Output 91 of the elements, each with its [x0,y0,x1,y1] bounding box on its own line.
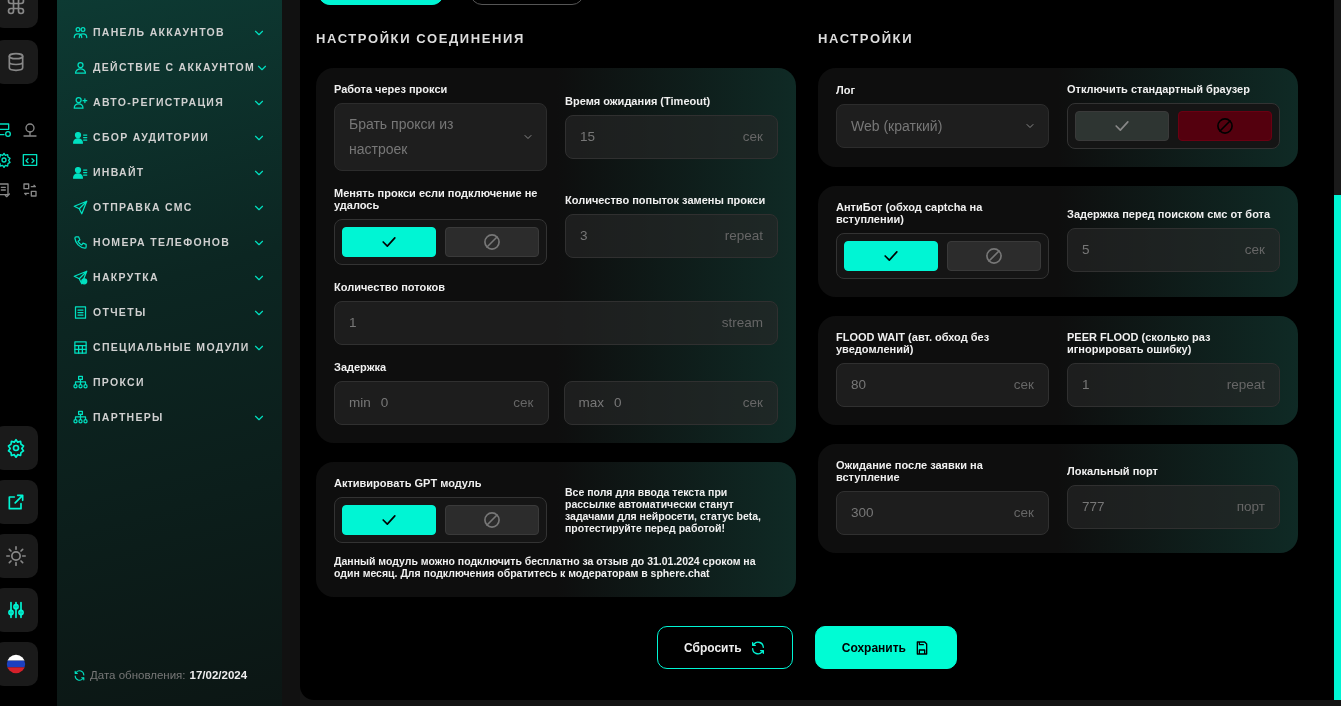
save-button[interactable]: Сохранить [814,626,957,669]
disable-button[interactable] [445,505,539,535]
field-label: Задержка перед поиском смс от бота [1067,208,1272,220]
field-label: Отключить стандартный браузер [1067,83,1251,95]
reset-button[interactable]: Сбросить [657,626,793,669]
sidebar-item[interactable]: ПАРТНЕРЫ [73,400,266,435]
number-field[interactable]: 3 repeat [565,214,778,258]
field-label: Время ожидания (Timeout) [565,95,712,107]
sidebar-item[interactable]: АВТО-РЕГИСТРАЦИЯ [73,85,266,120]
block-icon [984,246,1004,266]
menu-icon [73,340,88,355]
section-title: НАСТРОЙКИ СОЕДИНЕНИЯ [316,31,526,47]
dropdown[interactable]: Web (краткий) [836,104,1049,148]
dropdown[interactable]: Брать прокси из настроек [334,103,547,171]
sidebar-item[interactable]: НОМЕРА ТЕЛЕФОНОВ [73,225,266,260]
field-label: Менять прокси если подключение не удалось [334,187,539,211]
database-icon [6,52,26,72]
settings-button[interactable] [0,426,38,470]
menu-icon [73,130,88,145]
menu-icon [73,25,88,40]
command-icon [6,0,26,16]
sidebar-item[interactable]: СПЕЦИАЛЬНЫЕ МОДУЛИ [73,330,266,365]
disable-button[interactable] [947,241,1041,271]
save-icon [914,639,930,656]
field-label: Лог [836,84,857,96]
field-label: PEER FLOOD (сколько раз игнорировать ошибку) [1067,331,1212,355]
menu-icon [73,235,88,250]
number-field[interactable]: 777 порт [1067,485,1280,529]
block-icon [1215,116,1235,136]
sliders-icon [6,600,26,620]
scrollbar-thumb[interactable] [1334,195,1341,700]
sidebar-item[interactable]: ОТЧЕТЫ [73,295,266,330]
sidebar-item[interactable]: ИНВАЙТ [73,155,266,190]
refresh-icon [749,639,766,656]
user-pin-icon [22,122,38,138]
disable-button[interactable] [445,227,539,257]
sliders-button[interactable] [0,588,38,632]
field-label: Ожидание после заявки на вступление [836,459,984,483]
field-label: Работа через прокси [334,83,449,95]
theme-button[interactable] [0,534,38,578]
update-date: 17/02/2024 [189,667,248,683]
number-field[interactable]: min 0 сек [334,381,549,425]
info-text: Данный модуль можно подключить бесплатно за отзыв до 31.01.2024 сроком на один месяц. Для подключения обратитесь к модераторам в sphere.chat [334,555,757,579]
field-label: Задержка [334,361,388,373]
field-label: Количество попыток замены прокси [565,194,767,206]
menu-icon [73,410,88,425]
language-button[interactable] [0,642,38,686]
block-icon [482,232,502,252]
menu-icon [73,305,88,320]
number-field[interactable]: 80 сек [836,363,1049,407]
sidebar-item[interactable]: ДЕЙСТВИЕ С АККАУНТОМ [73,50,266,85]
external-link-button[interactable] [0,480,38,524]
sidebar-item[interactable]: ПРОКСИ [73,365,266,400]
field-label: FLOOD WAIT (авт. обход без уведомлений) [836,331,991,355]
swap-icon [22,182,38,198]
info-text: Все поля для ввода текста при рассылке автоматически станут задачами для нейросети, статус beta, протестируйте перед работой! [565,486,762,534]
field-label: АнтиБот (обход captcha на вступлении) [836,201,984,225]
number-field[interactable]: 5 сек [1067,228,1280,272]
menu-icon [73,60,88,75]
number-field[interactable]: 1 repeat [1067,363,1280,407]
database-button[interactable] [0,40,38,84]
flag-icon [6,654,26,674]
menu-icon [73,270,88,285]
server-icon [0,122,12,138]
sidebar-item[interactable]: НАКРУТКА [73,260,266,295]
number-field[interactable]: 1 stream [334,301,778,345]
menu-icon [73,375,88,390]
settings-icon [0,152,12,168]
refresh-icon [73,668,86,682]
settings-icon [6,438,26,458]
update-label: Дата обновления: [90,667,186,683]
number-field[interactable]: max 0 сек [563,381,778,425]
field-label: Количество потоков [334,281,447,293]
theme-icon [6,546,26,566]
menu-icon [73,165,88,180]
checklist-icon [0,182,12,198]
code-icon [22,152,38,168]
field-label: Активировать GPT модуль [334,477,483,489]
external-link-icon [6,492,26,512]
number-field[interactable]: 300 сек [836,491,1049,535]
scrollbar-track[interactable] [1334,0,1341,700]
field-label: Локальный порт [1067,465,1159,477]
number-field[interactable]: 15 сек [565,115,778,159]
menu-icon [73,95,88,110]
block-icon [482,510,502,530]
section-title: НАСТРОЙКИ [818,31,915,47]
sidebar-item[interactable]: СБОР АУДИТОРИИ [73,120,266,155]
sidebar-item[interactable]: ОТПРАВКА СМС [73,190,266,225]
sidebar-item[interactable]: ПАНЕЛЬ АККАУНТОВ [73,15,266,50]
menu-icon [73,200,88,215]
disable-button[interactable] [1178,111,1272,141]
